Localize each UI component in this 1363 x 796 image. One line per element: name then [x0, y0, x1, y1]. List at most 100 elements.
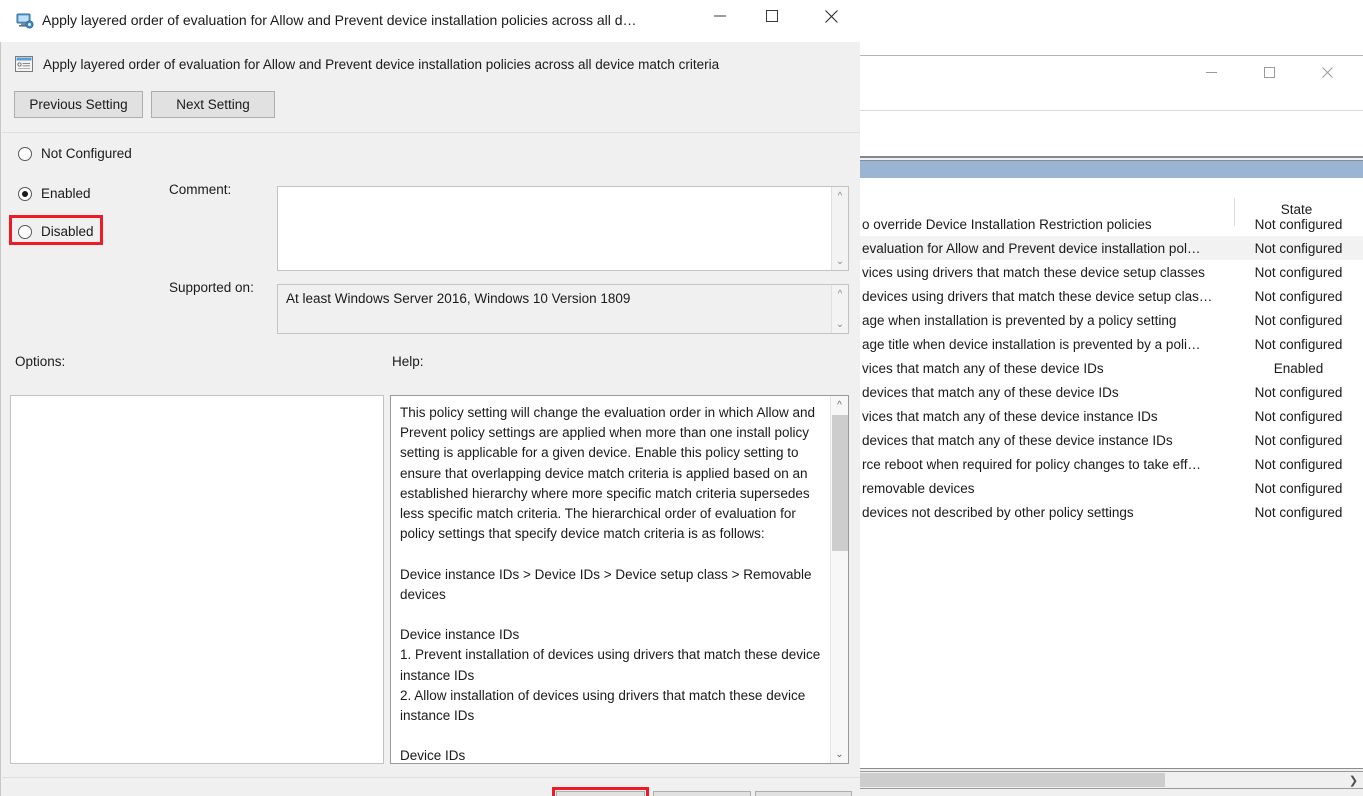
policy-header-label: Apply layered order of evaluation for Al… [43, 56, 720, 72]
table-row[interactable]: rce reboot when required for policy chan… [860, 452, 1363, 476]
help-scrollbar[interactable]: ^ ⌄ [830, 396, 848, 763]
policy-state-cell: Not configured [1254, 216, 1343, 232]
radio-enabled[interactable]: Enabled [18, 186, 91, 201]
header-divider [2, 132, 860, 133]
policy-setting-icon [15, 55, 33, 73]
policy-state-cell: Not configured [1254, 264, 1343, 280]
radio-mark [18, 224, 32, 239]
policy-name-cell: age title when device installation is pr… [862, 336, 1201, 352]
radio-label-enabled: Enabled [41, 186, 91, 201]
ok-button[interactable]: OK [556, 791, 645, 796]
chevron-up-icon[interactable]: ^ [831, 397, 848, 413]
options-label: Options: [15, 354, 66, 369]
list-column-header: State [860, 178, 1363, 226]
dialog-body: Apply layered order of evaluation for Al… [0, 42, 860, 796]
policy-name-cell: devices not described by other policy se… [862, 504, 1134, 520]
help-panel: This policy setting will change the eval… [390, 395, 849, 764]
chevron-up-icon[interactable]: ^ [832, 189, 848, 203]
policy-header: Apply layered order of evaluation for Al… [15, 55, 719, 73]
close-icon[interactable] [808, 0, 854, 32]
radio-label-disabled: Disabled [41, 224, 94, 239]
list-accent-bar [860, 161, 1363, 178]
radio-not-configured[interactable]: Not Configured [18, 146, 132, 161]
help-text: This policy setting will change the eval… [400, 405, 821, 764]
table-row[interactable]: devices using drivers that match these d… [860, 284, 1363, 308]
screen: State o override Device Installation Res… [0, 0, 1363, 796]
policy-name-cell: vices that match any of these device ins… [862, 408, 1158, 424]
comment-scrollbar[interactable]: ^ ⌄ [831, 187, 848, 270]
footer-divider [2, 777, 860, 778]
table-row[interactable]: vices that match any of these device IDs… [860, 356, 1363, 380]
previous-setting-button[interactable]: Previous Setting [14, 91, 143, 118]
policy-name-cell: vices using drivers that match these dev… [862, 264, 1205, 280]
policy-state-cell: Not configured [1254, 504, 1343, 520]
policy-state-cell: Not configured [1254, 408, 1343, 424]
policy-state-cell: Not configured [1254, 240, 1343, 256]
group-policy-editor-window: State o override Device Installation Res… [855, 55, 1363, 796]
policy-settings-list: State o override Device Installation Res… [859, 160, 1363, 769]
policy-name-cell: devices using drivers that match these d… [862, 288, 1213, 304]
policy-state-cell: Enabled [1273, 360, 1324, 376]
chevron-up-icon[interactable]: ^ [832, 287, 848, 301]
policy-state-cell: Not configured [1254, 456, 1343, 472]
cancel-button[interactable]: Cancel [653, 791, 751, 796]
policy-state-cell: Not configured [1254, 480, 1343, 496]
supported-on-scrollbar[interactable]: ^ ⌄ [831, 285, 848, 333]
chevron-down-icon[interactable]: ⌄ [832, 254, 848, 268]
chevron-right-icon[interactable]: ❯ [1345, 772, 1362, 788]
comment-label: Comment: [169, 182, 232, 197]
scrollbar-thumb[interactable] [832, 415, 848, 551]
policy-name-cell: vices that match any of these device IDs [862, 360, 1104, 376]
policy-state-cell: Not configured [1254, 312, 1343, 328]
maximize-icon[interactable] [1246, 56, 1292, 88]
horizontal-scrollbar[interactable]: ❯ [859, 771, 1363, 789]
dialog-title: Apply layered order of evaluation for Al… [42, 12, 637, 28]
maximize-icon[interactable] [749, 0, 795, 32]
policy-name-cell: evaluation for Allow and Prevent device … [862, 240, 1201, 256]
chevron-down-icon[interactable]: ⌄ [832, 317, 848, 331]
policy-name-cell: rce reboot when required for policy chan… [862, 456, 1201, 472]
table-row[interactable]: devices that match any of these device I… [860, 380, 1363, 404]
dialog-titlebar: Apply layered order of evaluation for Al… [0, 0, 860, 43]
policy-state-cell: Not configured [1254, 432, 1343, 448]
close-icon[interactable] [1304, 56, 1350, 88]
radio-label-not-configured: Not Configured [41, 146, 132, 161]
table-row[interactable]: age when installation is prevented by a … [860, 308, 1363, 332]
comment-input[interactable]: ^ ⌄ [277, 186, 849, 271]
supported-on-value: At least Windows Server 2016, Windows 10… [286, 291, 631, 306]
supported-on-label: Supported on: [169, 280, 254, 295]
list-rows: o override Device Installation Restricti… [860, 212, 1363, 524]
table-row[interactable]: vices using drivers that match these dev… [860, 260, 1363, 284]
options-panel[interactable] [10, 395, 384, 764]
table-row[interactable]: removable devices Not configured [860, 476, 1363, 500]
policy-state-cell: Not configured [1254, 288, 1343, 304]
table-row[interactable]: vices that match any of these device ins… [860, 404, 1363, 428]
policy-name-cell: removable devices [862, 480, 975, 496]
policy-name-cell: devices that match any of these device i… [862, 432, 1173, 448]
policy-state-cell: Not configured [1254, 336, 1343, 352]
supported-on-field: At least Windows Server 2016, Windows 10… [277, 284, 849, 334]
radio-mark-selected [18, 186, 32, 201]
next-setting-button[interactable]: Next Setting [151, 91, 275, 118]
background-window-titlebar [856, 56, 1363, 111]
radio-disabled[interactable]: Disabled [18, 224, 94, 239]
chevron-down-icon[interactable]: ⌄ [831, 746, 848, 762]
apply-button[interactable]: Apply [755, 791, 852, 796]
table-row[interactable]: devices that match any of these device i… [860, 428, 1363, 452]
policy-name-cell: devices that match any of these device I… [862, 384, 1119, 400]
scrollbar-thumb[interactable] [859, 773, 1165, 787]
minimize-icon[interactable] [1188, 56, 1234, 88]
policy-state-cell: Not configured [1254, 384, 1343, 400]
minimize-icon[interactable] [697, 0, 743, 32]
radio-mark [18, 146, 32, 161]
background-window-toolbar [856, 111, 1363, 158]
table-row[interactable]: devices not described by other policy se… [860, 500, 1363, 524]
background-window-status-strip [859, 791, 1363, 796]
help-label: Help: [392, 354, 424, 369]
policy-name-cell: o override Device Installation Restricti… [862, 216, 1152, 232]
table-row[interactable]: age title when device installation is pr… [860, 332, 1363, 356]
monitor-policy-icon [16, 12, 34, 30]
policy-name-cell: age when installation is prevented by a … [862, 312, 1177, 328]
table-row[interactable]: evaluation for Allow and Prevent device … [860, 236, 1363, 260]
table-row[interactable]: o override Device Installation Restricti… [860, 212, 1363, 236]
